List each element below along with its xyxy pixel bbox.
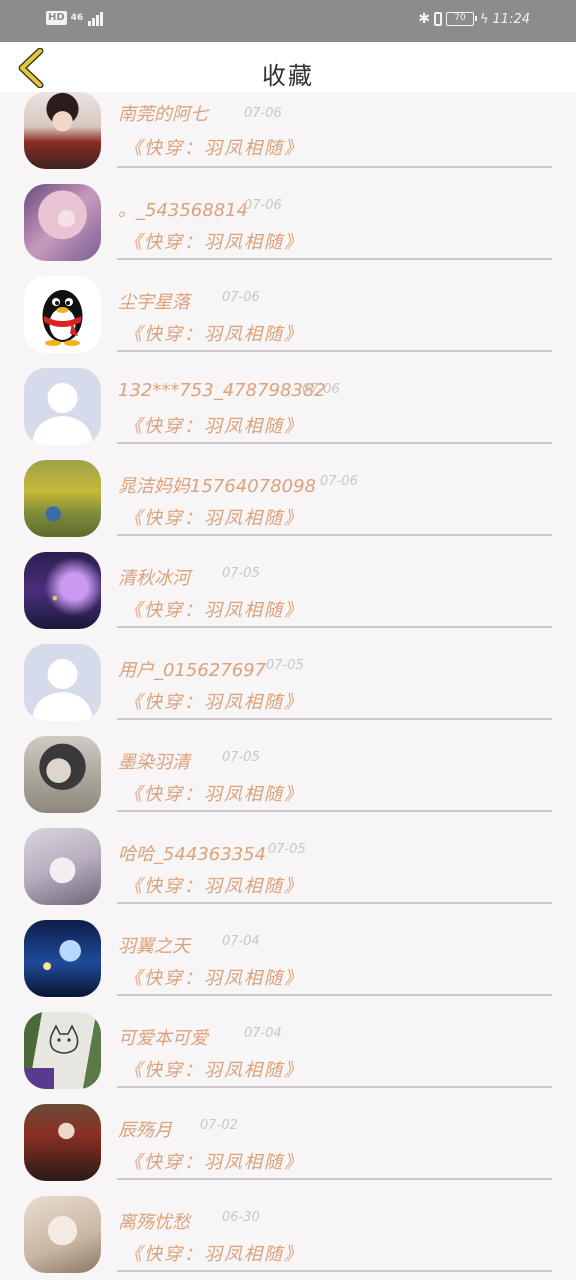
avatar[interactable] bbox=[24, 276, 101, 353]
user-name[interactable]: 132***753_478798382 bbox=[118, 380, 326, 401]
user-name[interactable]: 尘宇星落 bbox=[118, 288, 190, 314]
divider bbox=[117, 1086, 552, 1088]
avatar[interactable] bbox=[24, 828, 101, 905]
avatar[interactable] bbox=[24, 736, 101, 813]
page-title: 收藏 bbox=[262, 62, 314, 90]
user-name[interactable]: 哈哈_544363354 bbox=[118, 840, 266, 866]
vibrate-icon bbox=[433, 12, 442, 26]
list-item[interactable]: 清秋冰河 07-05 《快穿：羽凤相随》 bbox=[0, 552, 576, 644]
list-item[interactable]: 尘宇星落 07-06 《快穿：羽凤相随》 bbox=[0, 276, 576, 368]
divider bbox=[117, 810, 552, 812]
book-title[interactable]: 《快穿：羽凤相随》 bbox=[124, 780, 304, 806]
default-person-icon bbox=[32, 659, 93, 721]
favorite-date: 07-05 bbox=[222, 750, 260, 765]
status-right: ✱ 70 ϟ 11:24 bbox=[418, 11, 530, 27]
divider bbox=[117, 350, 552, 352]
favorite-date: 07-04 bbox=[222, 934, 260, 949]
divider bbox=[117, 166, 552, 168]
list-item[interactable]: 晁洁妈妈15764078098 07-06 《快穿：羽凤相随》 bbox=[0, 460, 576, 552]
list-item[interactable]: 辰殇月 07-02 《快穿：羽凤相随》 bbox=[0, 1104, 576, 1196]
user-name[interactable]: 用户_015627697 bbox=[118, 656, 266, 682]
book-title[interactable]: 《快穿：羽凤相随》 bbox=[124, 964, 304, 990]
list-item[interactable]: 羽翼之天 07-04 《快穿：羽凤相随》 bbox=[0, 920, 576, 1012]
avatar[interactable] bbox=[24, 1196, 101, 1273]
book-title[interactable]: 《快穿：羽凤相随》 bbox=[124, 228, 304, 254]
avatar[interactable] bbox=[24, 1104, 101, 1181]
battery-icon: 70 bbox=[445, 12, 477, 26]
avatar[interactable] bbox=[24, 552, 101, 629]
divider bbox=[117, 626, 552, 628]
favorite-date: 07-05 bbox=[222, 566, 260, 581]
avatar[interactable] bbox=[24, 460, 101, 537]
cat-drawing-icon bbox=[24, 1024, 79, 1089]
charging-icon: ϟ bbox=[479, 11, 489, 27]
list-item[interactable]: 132***753_478798382 07-06 《快穿：羽凤相随》 bbox=[0, 368, 576, 460]
divider bbox=[117, 1270, 552, 1272]
avatar[interactable] bbox=[24, 92, 101, 169]
divider bbox=[117, 442, 552, 444]
list-item[interactable]: 墨染羽清 07-05 《快穿：羽凤相随》 bbox=[0, 736, 576, 828]
status-left: HD 46 bbox=[46, 10, 104, 26]
status-bar: HD 46 ✱ 70 ϟ 11:24 bbox=[0, 0, 576, 42]
avatar[interactable] bbox=[24, 184, 101, 261]
book-title[interactable]: 《快穿：羽凤相随》 bbox=[124, 320, 304, 346]
list-item[interactable]: 离殇忧愁 06-30 《快穿：羽凤相随》 bbox=[0, 1196, 576, 1280]
book-title[interactable]: 《快穿：羽凤相随》 bbox=[124, 872, 304, 898]
book-title[interactable]: 《快穿：羽凤相随》 bbox=[124, 1056, 304, 1082]
favorite-date: 07-06 bbox=[244, 106, 282, 121]
user-name[interactable]: 清秋冰河 bbox=[118, 564, 190, 590]
favorite-date: 07-02 bbox=[200, 1118, 238, 1133]
favorite-date: 07-06 bbox=[320, 474, 358, 489]
divider bbox=[117, 902, 552, 904]
book-title[interactable]: 《快穿：羽凤相随》 bbox=[124, 1240, 304, 1266]
book-title[interactable]: 《快穿：羽凤相随》 bbox=[124, 134, 304, 160]
favorite-date: 06-30 bbox=[222, 1210, 260, 1225]
divider bbox=[117, 718, 552, 720]
favorite-date: 07-06 bbox=[244, 198, 282, 213]
favorite-date: 07-05 bbox=[266, 658, 304, 673]
book-title[interactable]: 《快穿：羽凤相随》 bbox=[124, 596, 304, 622]
divider bbox=[117, 994, 552, 996]
bluetooth-icon: ✱ bbox=[418, 11, 430, 27]
list-item[interactable]: 哈哈_544363354 07-05 《快穿：羽凤相随》 bbox=[0, 828, 576, 920]
battery-level: 70 bbox=[454, 13, 466, 23]
user-name[interactable]: 可爱本可爱 bbox=[118, 1024, 208, 1050]
divider bbox=[117, 258, 552, 260]
favorites-list[interactable]: 南莞的阿七 07-06 《快穿：羽凤相随》 。_543568814 07-06 … bbox=[0, 92, 576, 1280]
avatar[interactable] bbox=[24, 368, 101, 445]
user-name[interactable]: 南莞的阿七 bbox=[118, 100, 208, 126]
favorite-date: 07-04 bbox=[244, 1026, 282, 1041]
divider bbox=[117, 1178, 552, 1180]
book-title[interactable]: 《快穿：羽凤相随》 bbox=[124, 504, 304, 530]
favorite-date: 07-06 bbox=[222, 290, 260, 305]
avatar[interactable] bbox=[24, 1012, 101, 1089]
divider bbox=[117, 534, 552, 536]
avatar[interactable] bbox=[24, 644, 101, 721]
user-name[interactable]: 辰殇月 bbox=[118, 1116, 172, 1142]
list-item[interactable]: 用户_015627697 07-05 《快穿：羽凤相随》 bbox=[0, 644, 576, 736]
favorite-date: 07-05 bbox=[268, 842, 306, 857]
network-type: 46 bbox=[70, 12, 84, 23]
hd-badge: HD bbox=[46, 11, 67, 25]
list-item[interactable]: 。_543568814 07-06 《快穿：羽凤相随》 bbox=[0, 184, 576, 276]
favorite-date: 07-06 bbox=[302, 382, 340, 397]
user-name[interactable]: 晁洁妈妈15764078098 bbox=[118, 472, 316, 498]
avatar[interactable] bbox=[24, 920, 101, 997]
list-item[interactable]: 南莞的阿七 07-06 《快穿：羽凤相随》 bbox=[0, 92, 576, 184]
signal-icon bbox=[88, 10, 104, 26]
user-name[interactable]: 离殇忧愁 bbox=[118, 1208, 190, 1234]
header-bar: 收藏 bbox=[0, 42, 576, 92]
book-title[interactable]: 《快穿：羽凤相随》 bbox=[124, 412, 304, 438]
qq-penguin-icon bbox=[42, 290, 83, 346]
clock: 11:24 bbox=[492, 11, 530, 27]
book-title[interactable]: 《快穿：羽凤相随》 bbox=[124, 688, 304, 714]
user-name[interactable]: 羽翼之天 bbox=[118, 932, 190, 958]
list-item[interactable]: 可爱本可爱 07-04 《快穿：羽凤相随》 bbox=[0, 1012, 576, 1104]
user-name[interactable]: 墨染羽清 bbox=[118, 748, 190, 774]
user-name[interactable]: 。_543568814 bbox=[118, 196, 248, 222]
default-person-icon bbox=[32, 383, 93, 445]
book-title[interactable]: 《快穿：羽凤相随》 bbox=[124, 1148, 304, 1174]
